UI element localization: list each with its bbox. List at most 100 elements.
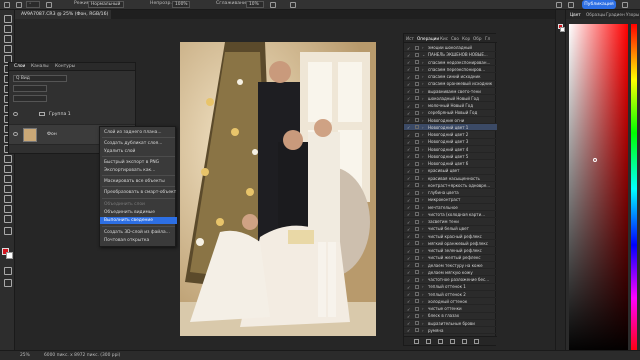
dialog-toggle-icon[interactable] bbox=[415, 328, 419, 333]
blend-mode-select[interactable] bbox=[13, 85, 47, 92]
expand-arrow-icon[interactable]: › bbox=[422, 81, 424, 86]
dialog-toggle-icon[interactable] bbox=[415, 183, 419, 188]
hand-tool-icon[interactable] bbox=[3, 204, 12, 213]
menu-item-convert-smart-object[interactable]: Преобразовать в смарт-объект bbox=[100, 189, 177, 196]
expand-arrow-icon[interactable]: › bbox=[422, 74, 424, 79]
expand-arrow-icon[interactable]: › bbox=[422, 125, 424, 130]
lasso-tool-icon[interactable] bbox=[3, 34, 12, 43]
dialog-toggle-icon[interactable] bbox=[415, 103, 419, 108]
dialog-toggle-icon[interactable] bbox=[415, 125, 419, 130]
brush-size-select[interactable]: ◦ bbox=[26, 1, 40, 8]
dialog-toggle-icon[interactable] bbox=[415, 219, 419, 224]
color-picker-field[interactable] bbox=[569, 24, 628, 354]
more-tools-icon[interactable] bbox=[3, 226, 12, 235]
dialog-toggle-icon[interactable] bbox=[415, 176, 419, 180]
checkmark-icon[interactable]: ✓ bbox=[407, 133, 410, 138]
tab-paths[interactable]: Контуры bbox=[55, 64, 75, 69]
color-picker-cursor[interactable] bbox=[593, 158, 597, 162]
checkmark-icon[interactable]: ✓ bbox=[407, 75, 410, 80]
opacity-field[interactable]: 100% bbox=[172, 1, 190, 8]
expand-arrow-icon[interactable]: › bbox=[422, 103, 424, 108]
tab-brushes[interactable]: Кис bbox=[440, 36, 448, 41]
dialog-toggle-icon[interactable] bbox=[415, 81, 419, 86]
menu-item-mask-all-objects[interactable]: Маскировать все объекты bbox=[100, 178, 177, 185]
gear-icon[interactable] bbox=[270, 2, 276, 8]
home-icon[interactable] bbox=[4, 2, 10, 8]
expand-arrow-icon[interactable]: › bbox=[422, 328, 424, 333]
expand-arrow-icon[interactable]: › bbox=[422, 219, 424, 224]
checkmark-icon[interactable]: ✓ bbox=[407, 299, 410, 304]
dialog-toggle-icon[interactable] bbox=[415, 306, 419, 311]
tab-styles[interactable]: Обр bbox=[473, 36, 482, 41]
checkmark-icon[interactable]: ✓ bbox=[407, 147, 410, 152]
dialog-toggle-icon[interactable] bbox=[415, 139, 419, 144]
checkmark-icon[interactable]: ✓ bbox=[407, 176, 410, 181]
pen-tool-icon[interactable] bbox=[3, 164, 12, 173]
brush-settings-icon[interactable] bbox=[46, 2, 52, 8]
expand-arrow-icon[interactable]: › bbox=[422, 226, 424, 231]
mode-select[interactable]: Нормальный bbox=[88, 1, 124, 8]
expand-arrow-icon[interactable]: › bbox=[422, 67, 424, 72]
checkmark-icon[interactable]: ✓ bbox=[407, 162, 410, 167]
expand-arrow-icon[interactable]: › bbox=[422, 197, 424, 202]
tab-color[interactable]: Цвет bbox=[570, 12, 581, 17]
eye-icon[interactable] bbox=[13, 112, 18, 116]
zoom-level[interactable]: 25% bbox=[20, 353, 30, 358]
dialog-toggle-icon[interactable] bbox=[415, 197, 419, 202]
menu-item-postcard[interactable]: Почтовая открытка bbox=[100, 237, 177, 244]
checkmark-icon[interactable]: ✓ bbox=[407, 154, 410, 159]
quick-select-tool-icon[interactable] bbox=[3, 44, 12, 53]
share-icon[interactable] bbox=[622, 2, 628, 8]
expand-arrow-icon[interactable]: › bbox=[422, 154, 424, 159]
new-set-icon[interactable] bbox=[450, 339, 455, 344]
crop-tool-icon[interactable] bbox=[3, 54, 12, 63]
dialog-toggle-icon[interactable] bbox=[415, 299, 419, 304]
checkmark-icon[interactable]: ✓ bbox=[407, 256, 410, 261]
menu-item-flatten-image[interactable]: Выполнить сведение bbox=[100, 217, 177, 224]
checkmark-icon[interactable]: ✓ bbox=[407, 328, 410, 333]
eye-icon[interactable] bbox=[13, 132, 18, 136]
search-icon[interactable] bbox=[556, 2, 562, 8]
dialog-toggle-icon[interactable] bbox=[415, 67, 419, 72]
checkmark-icon[interactable]: ✓ bbox=[407, 140, 410, 145]
brush-tool-icon[interactable] bbox=[16, 2, 22, 8]
checkmark-icon[interactable]: ✓ bbox=[407, 183, 410, 188]
checkmark-icon[interactable]: ✓ bbox=[407, 82, 410, 87]
expand-arrow-icon[interactable]: › bbox=[422, 89, 424, 94]
checkmark-icon[interactable]: ✓ bbox=[407, 205, 410, 210]
checkmark-icon[interactable]: ✓ bbox=[407, 321, 410, 326]
dialog-toggle-icon[interactable] bbox=[415, 45, 419, 50]
expand-arrow-icon[interactable]: › bbox=[422, 118, 424, 123]
tab-actions[interactable]: Операции bbox=[417, 36, 439, 41]
expand-arrow-icon[interactable]: › bbox=[422, 161, 424, 166]
tab-history[interactable]: Ист bbox=[406, 36, 414, 41]
screen-mode-icon[interactable] bbox=[3, 278, 12, 287]
tab-channels[interactable]: Каналы bbox=[31, 64, 49, 69]
expand-arrow-icon[interactable]: › bbox=[422, 277, 424, 282]
dialog-toggle-icon[interactable] bbox=[415, 161, 419, 166]
expand-arrow-icon[interactable]: › bbox=[422, 306, 424, 311]
dialog-toggle-icon[interactable] bbox=[415, 292, 419, 296]
checkmark-icon[interactable]: ✓ bbox=[407, 67, 410, 72]
expand-arrow-icon[interactable]: › bbox=[422, 45, 424, 50]
tab-swatches[interactable]: Образцы bbox=[586, 12, 606, 17]
tab-gradients[interactable]: Градиен bbox=[606, 12, 625, 17]
stop-icon[interactable] bbox=[414, 339, 419, 344]
checkmark-icon[interactable]: ✓ bbox=[407, 104, 410, 109]
dialog-toggle-icon[interactable] bbox=[415, 74, 419, 79]
pressure-icon[interactable] bbox=[290, 2, 296, 8]
marquee-tool-icon[interactable] bbox=[3, 24, 12, 33]
dialog-toggle-icon[interactable] bbox=[415, 154, 419, 159]
family-photo-canvas[interactable] bbox=[180, 42, 376, 336]
checkmark-icon[interactable]: ✓ bbox=[407, 285, 410, 290]
expand-arrow-icon[interactable]: › bbox=[422, 255, 424, 260]
dialog-toggle-icon[interactable] bbox=[415, 52, 419, 57]
dialog-toggle-icon[interactable] bbox=[415, 241, 419, 246]
tab-layers[interactable]: Слои bbox=[14, 64, 25, 69]
expand-arrow-icon[interactable]: › bbox=[422, 284, 424, 289]
expand-arrow-icon[interactable]: › bbox=[422, 168, 424, 173]
checkmark-icon[interactable]: ✓ bbox=[407, 198, 410, 203]
expand-arrow-icon[interactable]: › bbox=[422, 183, 424, 188]
expand-arrow-icon[interactable]: › bbox=[422, 270, 424, 275]
trash-icon[interactable] bbox=[474, 339, 479, 344]
